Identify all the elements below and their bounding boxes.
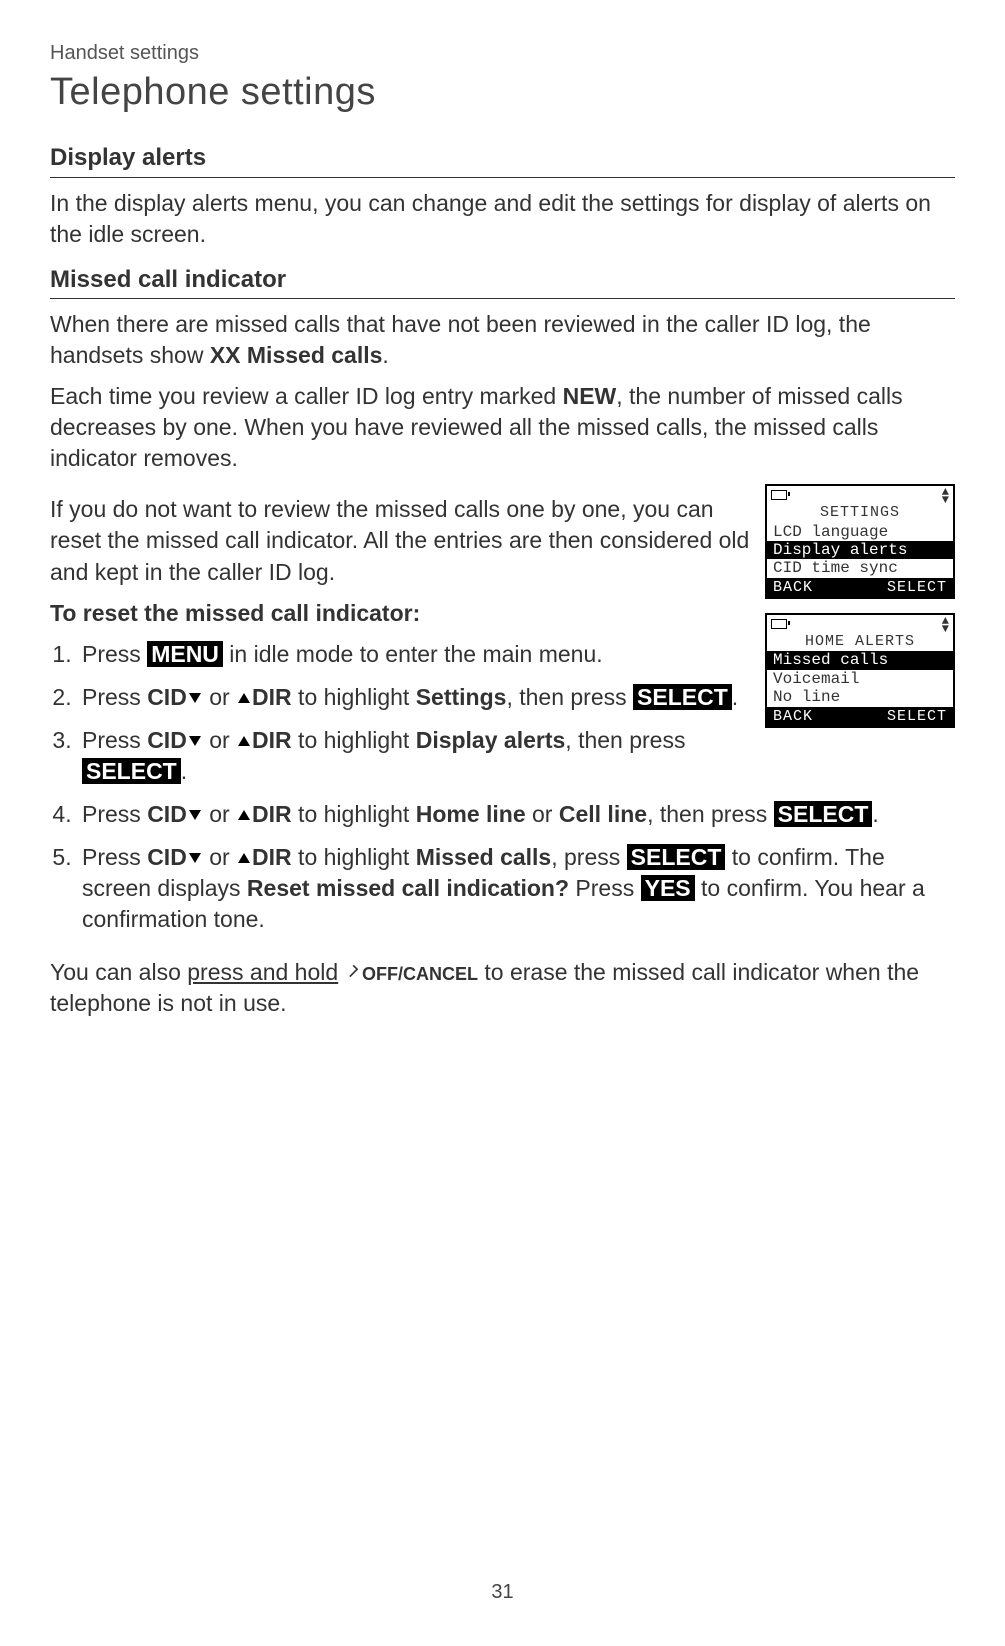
scroll-arrows-icon: ▲▼	[942, 488, 949, 504]
section-display-alerts: Display alerts	[50, 142, 955, 177]
text: Press	[82, 727, 147, 753]
paragraph-missed-1: When there are missed calls that have no…	[50, 309, 955, 371]
key-menu: MENU	[147, 641, 223, 667]
text: in idle mode to enter the main menu.	[223, 641, 603, 667]
menu-display-alerts: Display alerts	[416, 727, 566, 753]
lcd-row: No line	[767, 688, 953, 706]
key-select: SELECT	[82, 758, 181, 784]
breadcrumb: Handset settings	[50, 40, 955, 67]
bold-text: XX Missed calls	[210, 342, 383, 368]
up-arrow-icon	[238, 853, 250, 863]
section-missed-call-indicator: Missed call indicator	[50, 264, 955, 299]
text: or	[203, 684, 236, 710]
lcd-title: HOME ALERTS	[767, 633, 953, 651]
text: Each time you review a caller ID log ent…	[50, 383, 563, 409]
up-arrow-icon	[238, 736, 250, 746]
up-arrow-icon	[238, 693, 250, 703]
text: or	[203, 844, 236, 870]
key-select: SELECT	[774, 801, 873, 827]
up-arrow-icon	[238, 810, 250, 820]
key-cid: CID	[147, 684, 187, 710]
text: , press	[551, 844, 626, 870]
down-arrow-icon	[189, 853, 201, 863]
lcd-screen-settings: ▲▼ SETTINGS LCD language Display alerts …	[765, 484, 955, 599]
prompt-reset: Reset missed call indication?	[247, 875, 569, 901]
battery-icon	[771, 619, 787, 629]
key-off-cancel: OFF/CANCEL	[362, 964, 478, 984]
down-arrow-icon	[189, 736, 201, 746]
menu-missed-calls: Missed calls	[416, 844, 552, 870]
softkey-select: SELECT	[887, 579, 947, 596]
text: , then press	[647, 801, 774, 827]
bold-text: NEW	[563, 383, 617, 409]
text: to highlight	[292, 801, 416, 827]
menu-settings: Settings	[416, 684, 507, 710]
paragraph-missed-2: Each time you review a caller ID log ent…	[50, 381, 955, 474]
key-select: SELECT	[627, 844, 726, 870]
key-dir: DIR	[252, 844, 292, 870]
text: to highlight	[292, 844, 416, 870]
lcd-row: Voicemail	[767, 670, 953, 688]
menu-cell-line: Cell line	[559, 801, 647, 827]
page-title: Telephone settings	[50, 67, 955, 118]
key-cid: CID	[147, 727, 187, 753]
page-number: 31	[50, 1579, 955, 1606]
lcd-screenshots: ▲▼ SETTINGS LCD language Display alerts …	[765, 484, 955, 741]
lcd-title: SETTINGS	[767, 504, 953, 522]
text: Press	[82, 844, 147, 870]
lcd-row-selected: Missed calls	[767, 651, 953, 669]
text: Press	[82, 801, 147, 827]
battery-icon	[771, 490, 787, 500]
text: .	[732, 684, 738, 710]
text: to highlight	[292, 727, 416, 753]
text: or	[526, 801, 559, 827]
lcd-screen-home-alerts: ▲▼ HOME ALERTS Missed calls Voicemail No…	[765, 613, 955, 728]
lcd-row: LCD language	[767, 523, 953, 541]
step-4: Press CID or DIR to highlight Home line …	[78, 799, 955, 830]
softkey-select: SELECT	[887, 708, 947, 725]
text: Press	[569, 875, 641, 901]
key-yes: YES	[641, 875, 695, 901]
key-cid: CID	[147, 801, 187, 827]
step-5: Press CID or DIR to highlight Missed cal…	[78, 842, 955, 935]
key-dir: DIR	[252, 684, 292, 710]
text: Press	[82, 684, 147, 710]
text: .	[181, 758, 187, 784]
softkey-back: BACK	[773, 579, 813, 596]
text: or	[203, 801, 236, 827]
lcd-row-selected: Display alerts	[767, 541, 953, 559]
text: You can also	[50, 959, 187, 985]
key-dir: DIR	[252, 801, 292, 827]
softkey-back: BACK	[773, 708, 813, 725]
down-arrow-icon	[189, 693, 201, 703]
lcd-row: CID time sync	[767, 559, 953, 577]
text: .	[382, 342, 388, 368]
text: , then press	[506, 684, 633, 710]
text: Press	[82, 641, 147, 667]
text: .	[872, 801, 878, 827]
paragraph-alternative: You can also press and hold ⌐OFF/CANCEL …	[50, 957, 955, 1019]
key-select: SELECT	[633, 684, 732, 710]
scroll-arrows-icon: ▲▼	[942, 617, 949, 633]
key-dir: DIR	[252, 727, 292, 753]
text: to highlight	[292, 684, 416, 710]
underline-text: press and hold	[187, 959, 338, 985]
menu-home-line: Home line	[416, 801, 526, 827]
paragraph-intro: In the display alerts menu, you can chan…	[50, 188, 955, 250]
down-arrow-icon	[189, 810, 201, 820]
text: or	[203, 727, 236, 753]
text: , then press	[565, 727, 685, 753]
text: When there are missed calls that have no…	[50, 311, 871, 368]
key-cid: CID	[147, 844, 187, 870]
